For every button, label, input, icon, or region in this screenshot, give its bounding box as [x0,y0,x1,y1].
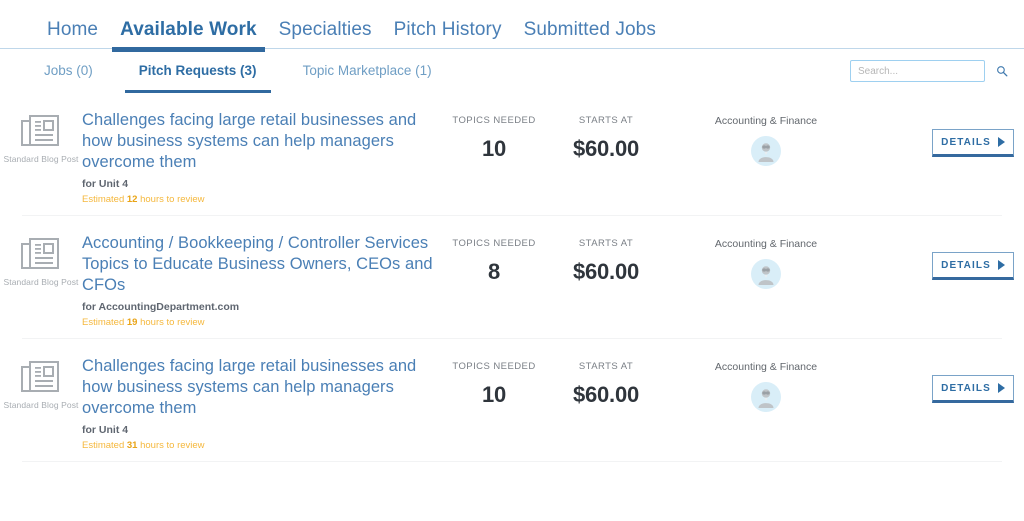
category-cell: Accounting & Finance [662,351,870,412]
newspaper-icon [21,238,59,269]
nav-item-pitch-history[interactable]: Pitch History [383,20,513,48]
topics-needed-header: TOPICS NEEDED [452,115,536,126]
search-area [850,60,1008,82]
details-button[interactable]: DETAILS [932,252,1014,280]
job-estimate-label: Estimated 19 hours to review [82,317,438,328]
estimate-prefix: Estimated [82,194,125,205]
job-client-label: for Unit 4 [82,424,129,436]
sub-tab-bar: Jobs (0) Pitch Requests (3) Topic Market… [0,49,1024,93]
starts-at-header: STARTS AT [578,115,634,126]
row-action-cell: DETAILS [870,228,1024,280]
job-title-link[interactable]: Challenges facing large retail businesse… [82,110,438,173]
details-button-label: DETAILS [941,136,991,148]
row-type-cell: Standard Blog Post [0,105,82,164]
primary-navigation: Home Available Work Specialties Pitch Hi… [0,0,1024,52]
category-cell: Accounting & Finance [662,228,870,289]
nav-item-specialties[interactable]: Specialties [268,20,383,48]
estimate-hours: 19 [126,317,138,328]
estimate-hours: 12 [126,194,138,205]
details-button-label: DETAILS [941,382,991,394]
nav-item-available-work[interactable]: Available Work [109,20,268,52]
row-title-cell: Challenges facing large retail businesse… [82,351,438,451]
starts-at-header: STARTS AT [578,238,634,249]
row-action-cell: DETAILS [870,351,1024,403]
row-type-cell: Standard Blog Post [0,228,82,287]
row-title-cell: Challenges facing large retail businesse… [82,105,438,205]
search-icon[interactable] [996,65,1008,77]
nav-item-home[interactable]: Home [36,20,109,48]
tab-pitch-requests[interactable]: Pitch Requests (3) [124,64,271,92]
category-label: Accounting & Finance [714,361,818,373]
details-button[interactable]: DETAILS [932,375,1014,403]
starts-at-value: $60.00 [572,259,640,284]
details-button[interactable]: DETAILS [932,129,1014,157]
topics-needed-cell: TOPICS NEEDED 8 [438,228,550,285]
tab-jobs[interactable]: Jobs (0) [30,64,107,78]
category-label: Accounting & Finance [714,238,818,250]
job-estimate-label: Estimated 31 hours to review [82,440,438,451]
topics-needed-value: 10 [481,382,507,407]
job-client-label: for AccountingDepartment.com [82,301,240,313]
topics-needed-value: 10 [481,136,507,161]
play-triangle-icon [997,383,1005,393]
starts-at-header: STARTS AT [578,361,634,372]
starts-at-cell: STARTS AT $60.00 [550,105,662,162]
search-input[interactable] [850,60,985,82]
topics-needed-cell: TOPICS NEEDED 10 [438,351,550,408]
estimate-suffix: hours to review [140,194,205,205]
avatar [751,259,781,289]
row-type-label: Standard Blog Post [3,400,79,410]
newspaper-icon [21,361,59,392]
topics-needed-header: TOPICS NEEDED [452,238,536,249]
newspaper-icon [21,115,59,146]
job-client-label: for Unit 4 [82,178,129,190]
estimate-prefix: Estimated [82,440,125,451]
play-triangle-icon [997,260,1005,270]
row-divider [22,461,1002,462]
estimate-prefix: Estimated [82,317,125,328]
nav-item-submitted-jobs[interactable]: Submitted Jobs [513,20,667,48]
category-label: Accounting & Finance [714,115,818,127]
topics-needed-header: TOPICS NEEDED [452,361,536,372]
table-row[interactable]: Standard Blog Post Challenges facing lar… [0,93,1024,215]
estimate-suffix: hours to review [140,440,205,451]
starts-at-value: $60.00 [572,382,640,407]
tab-topic-marketplace[interactable]: Topic Marketplace (1) [289,64,446,78]
row-type-cell: Standard Blog Post [0,351,82,410]
row-type-label: Standard Blog Post [3,277,79,287]
play-triangle-icon [997,137,1005,147]
avatar [751,136,781,166]
topics-needed-value: 8 [487,259,501,284]
pitch-request-list: Standard Blog Post Challenges facing lar… [0,93,1024,462]
row-type-label: Standard Blog Post [3,154,79,164]
job-title-link[interactable]: Challenges facing large retail businesse… [82,356,438,419]
starts-at-value: $60.00 [572,136,640,161]
job-estimate-label: Estimated 12 hours to review [82,194,438,205]
avatar [751,382,781,412]
starts-at-cell: STARTS AT $60.00 [550,351,662,408]
table-row[interactable]: Standard Blog Post Challenges facing lar… [0,339,1024,461]
estimate-hours: 31 [126,440,138,451]
details-button-label: DETAILS [941,259,991,271]
job-title-link[interactable]: Accounting / Bookkeeping / Controller Se… [82,233,438,296]
category-cell: Accounting & Finance [662,105,870,166]
row-action-cell: DETAILS [870,105,1024,157]
row-title-cell: Accounting / Bookkeeping / Controller Se… [82,228,438,328]
estimate-suffix: hours to review [140,317,205,328]
table-row[interactable]: Standard Blog Post Accounting / Bookkeep… [0,216,1024,338]
starts-at-cell: STARTS AT $60.00 [550,228,662,285]
topics-needed-cell: TOPICS NEEDED 10 [438,105,550,162]
